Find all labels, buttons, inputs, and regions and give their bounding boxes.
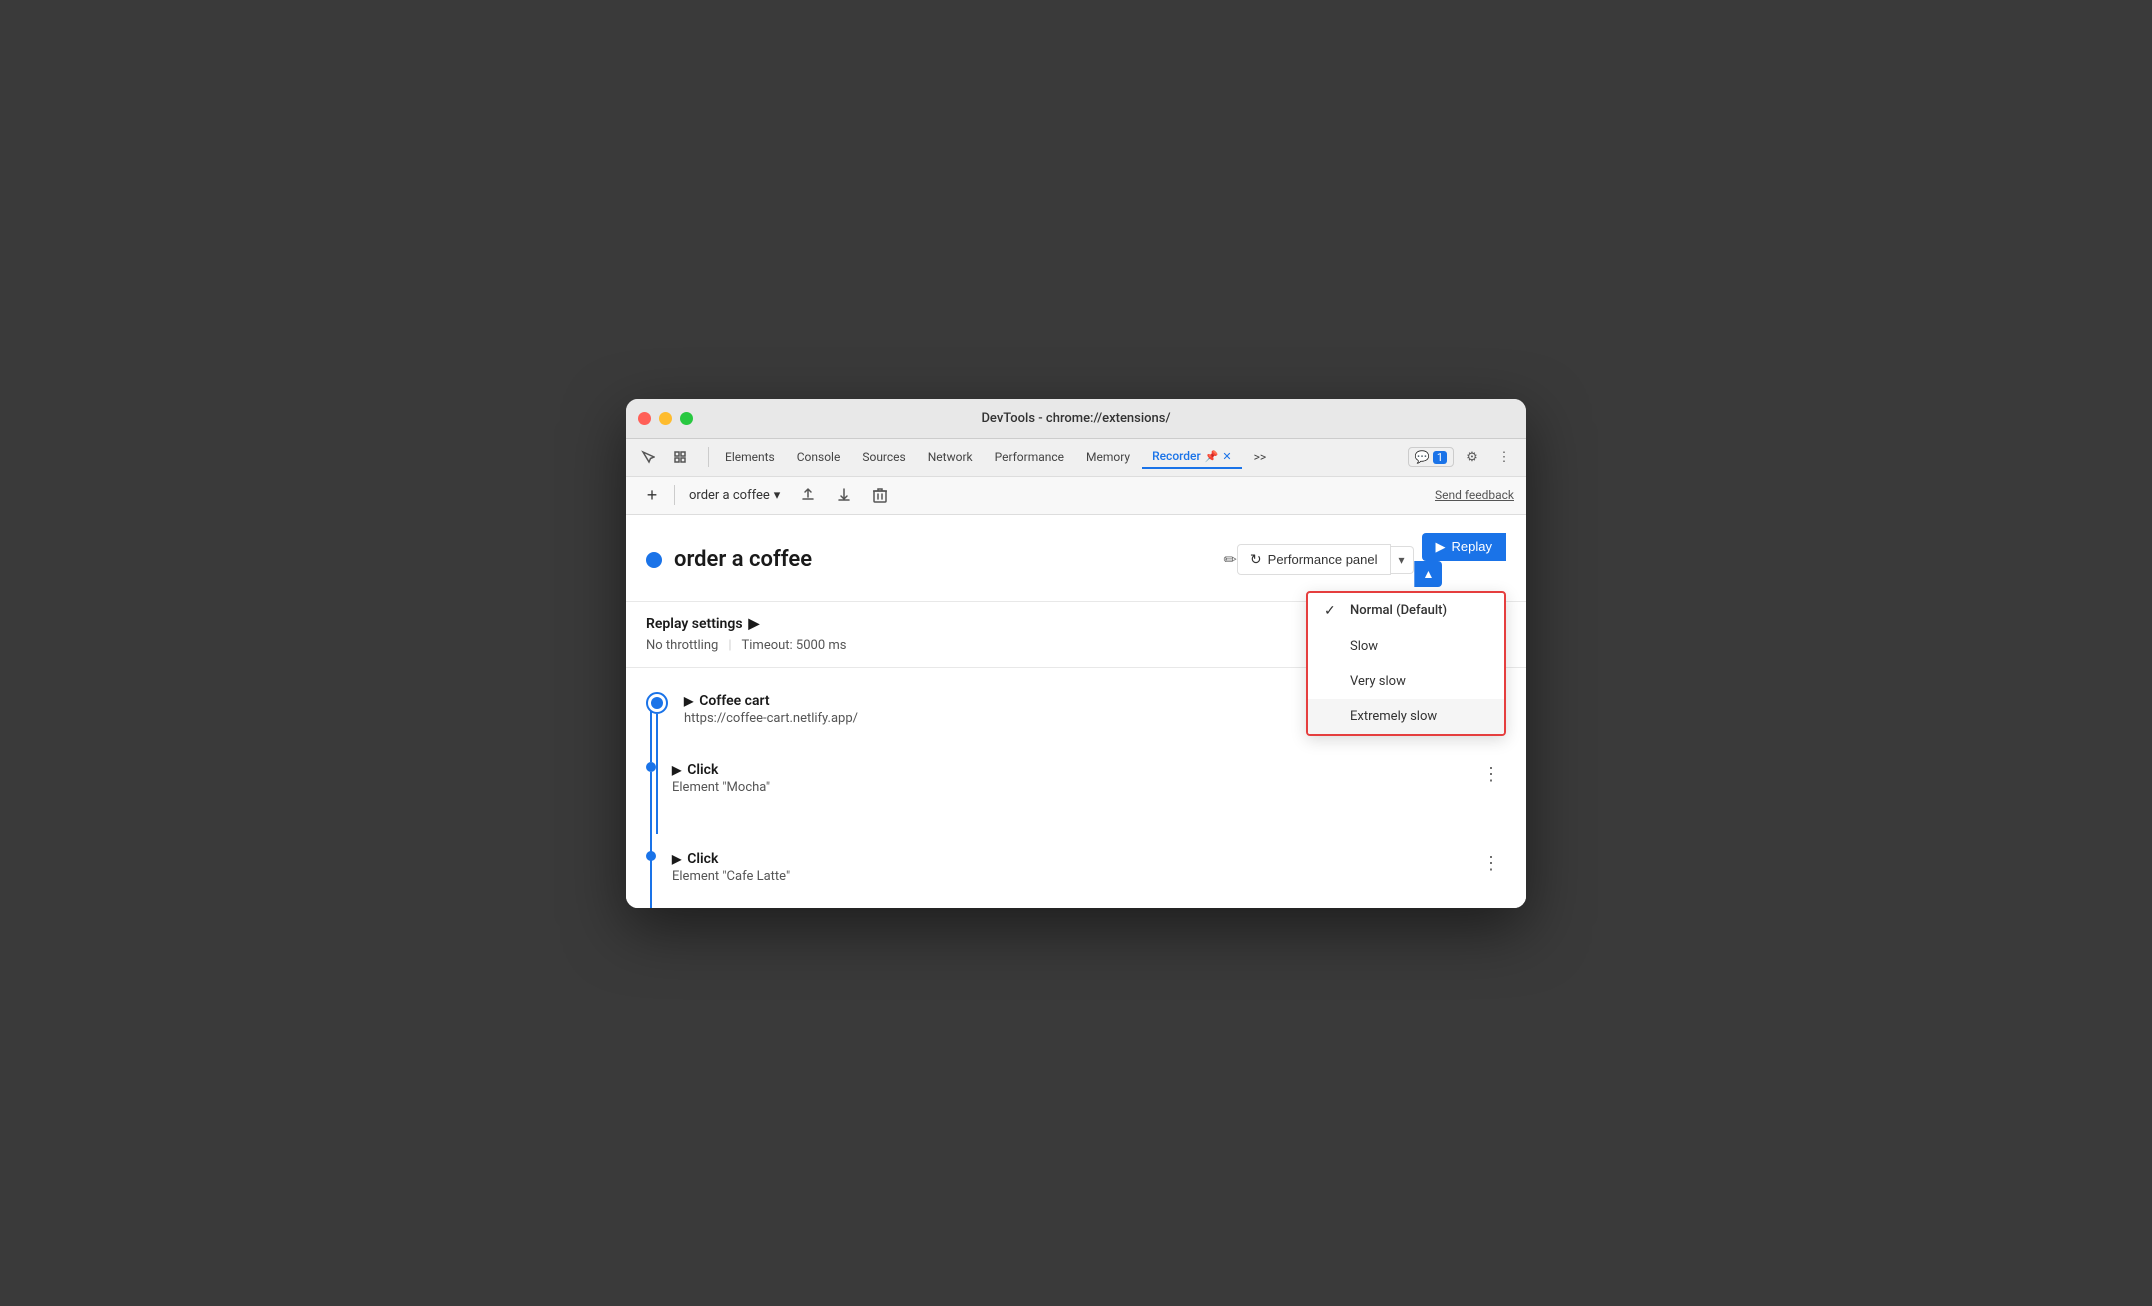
speed-normal[interactable]: ✓ Normal (Default) — [1308, 593, 1504, 629]
speed-normal-label: Normal (Default) — [1350, 603, 1447, 618]
throttling-label: No throttling — [646, 638, 718, 653]
step-dot-latte — [646, 851, 656, 861]
tab-recorder[interactable]: Recorder 📌 ✕ — [1142, 445, 1242, 469]
timeout-label: Timeout: 5000 ms — [742, 638, 847, 653]
tab-memory[interactable]: Memory — [1076, 446, 1140, 468]
step-name-latte: Click — [687, 851, 718, 867]
replay-button[interactable]: ▶ Replay — [1422, 533, 1506, 561]
step-title-latte: ▶ Click — [672, 851, 1476, 867]
step-title-mocha: ▶ Click — [672, 762, 1476, 778]
step-more-latte[interactable]: ⋮ — [1476, 851, 1506, 876]
perf-refresh-icon: ↻ — [1250, 551, 1262, 568]
tab-performance[interactable]: Performance — [985, 446, 1074, 468]
replay-speed-dropdown[interactable]: ▲ — [1414, 561, 1443, 587]
tab-bar: Elements Console Sources Network Perform… — [626, 439, 1526, 477]
minimize-button[interactable] — [659, 412, 672, 425]
devtools-window: DevTools - chrome://extensions/ Elements… — [626, 399, 1526, 908]
step-click-mocha: ▶ Click Element "Mocha" ⋮ — [626, 754, 1526, 803]
timeline-click-mocha — [646, 762, 656, 772]
pin-icon: 📌 — [1205, 450, 1219, 463]
speed-slow-label: Slow — [1350, 639, 1378, 654]
replay-button-group: ▶ Replay ▲ ✓ Normal (Default) Slow — [1414, 533, 1506, 587]
recording-title: order a coffee — [674, 547, 1214, 572]
export-button[interactable] — [794, 481, 822, 509]
check-icon: ✓ — [1324, 603, 1340, 619]
recording-name: order a coffee — [689, 488, 770, 503]
dropdown-arrow-icon: ▾ — [774, 488, 781, 503]
settings-separator: | — [728, 638, 731, 653]
step-line-bottom-3 — [650, 861, 652, 908]
chat-icon: 💬 — [1415, 450, 1430, 464]
expand-icon-latte: ▶ — [672, 852, 681, 866]
speed-very-slow-label: Very slow — [1350, 674, 1406, 689]
chat-badge[interactable]: 💬 1 — [1408, 447, 1454, 467]
titlebar: DevTools - chrome://extensions/ — [626, 399, 1526, 439]
perf-panel-label: Performance panel — [1268, 552, 1378, 567]
speed-slow[interactable]: Slow — [1308, 629, 1504, 664]
performance-panel-dropdown[interactable]: ▾ — [1391, 546, 1414, 574]
toolbar-divider — [674, 485, 675, 505]
tab-console[interactable]: Console — [787, 446, 851, 468]
recorder-content: order a coffee ✏ ↻ Performance panel ▾ ▶… — [626, 515, 1526, 908]
tab-more[interactable]: >> — [1244, 446, 1277, 468]
download-button[interactable] — [830, 481, 858, 509]
step-circle-outer — [646, 692, 668, 714]
speed-extremely-slow-label: Extremely slow — [1350, 709, 1437, 724]
delete-button[interactable] — [866, 481, 894, 509]
expand-icon-mocha: ▶ — [672, 763, 681, 777]
step-dot-mocha — [646, 762, 656, 772]
tab-bar-icons — [634, 443, 694, 471]
tab-actions: 💬 1 ⚙ ⋮ — [1408, 443, 1518, 471]
tab-divider — [708, 447, 709, 467]
tab-sources[interactable]: Sources — [852, 446, 915, 468]
timeline-coffee-cart — [646, 692, 668, 714]
settings-expand-icon: ▶ — [749, 616, 760, 632]
step-element-mocha: Element "Mocha" — [672, 780, 1476, 795]
maximize-button[interactable] — [680, 412, 693, 425]
tab-network[interactable]: Network — [918, 446, 983, 468]
add-recording-button[interactable]: + — [638, 481, 666, 509]
inspect-icon[interactable] — [666, 443, 694, 471]
window-title: DevTools - chrome://extensions/ — [981, 411, 1170, 426]
recording-header: order a coffee ✏ ↻ Performance panel ▾ ▶… — [626, 515, 1526, 602]
replay-label: Replay — [1452, 539, 1492, 554]
speed-dropdown-menu: ✓ Normal (Default) Slow Very slow — [1306, 591, 1506, 736]
more-button[interactable]: ⋮ — [1490, 443, 1518, 471]
replay-play-icon: ▶ — [1436, 539, 1446, 555]
step-click-latte: ▶ Click Element "Cafe Latte" ⋮ — [626, 843, 1526, 892]
step-name-mocha: Click — [687, 762, 718, 778]
cursor-icon[interactable] — [634, 443, 662, 471]
performance-panel-button[interactable]: ↻ Performance panel — [1237, 544, 1391, 575]
timeline-click-latte — [646, 851, 656, 861]
send-feedback-link[interactable]: Send feedback — [1435, 488, 1514, 502]
tab-close-icon[interactable]: ✕ — [1222, 450, 1231, 463]
tab-recorder-label: Recorder — [1152, 449, 1201, 463]
close-button[interactable] — [638, 412, 651, 425]
edit-title-button[interactable]: ✏ — [1224, 550, 1237, 569]
settings-button[interactable]: ⚙ — [1458, 443, 1486, 471]
header-actions: ↻ Performance panel ▾ ▶ Replay ▲ ✓ — [1237, 533, 1506, 587]
chat-count: 1 — [1433, 451, 1447, 464]
step-element-latte: Element "Cafe Latte" — [672, 869, 1476, 884]
speed-very-slow[interactable]: Very slow — [1308, 664, 1504, 699]
step-line-top-3 — [650, 811, 652, 851]
step-content-latte: ▶ Click Element "Cafe Latte" — [672, 851, 1476, 884]
step-more-mocha[interactable]: ⋮ — [1476, 762, 1506, 787]
step-circle-filled — [651, 697, 663, 709]
recording-indicator — [646, 552, 662, 568]
settings-title-label: Replay settings — [646, 616, 743, 632]
speed-extremely-slow[interactable]: Extremely slow — [1308, 699, 1504, 734]
perf-dropdown-arrow: ▾ — [1399, 553, 1405, 567]
step-content-mocha: ▶ Click Element "Mocha" — [672, 762, 1476, 795]
step-name-coffee-cart: Coffee cart — [699, 693, 769, 709]
expand-icon: ▶ — [684, 694, 693, 708]
tab-elements[interactable]: Elements — [715, 446, 785, 468]
recorder-toolbar: + order a coffee ▾ Send feedback — [626, 477, 1526, 515]
recording-selector[interactable]: order a coffee ▾ — [683, 486, 786, 505]
window-controls — [638, 412, 693, 425]
